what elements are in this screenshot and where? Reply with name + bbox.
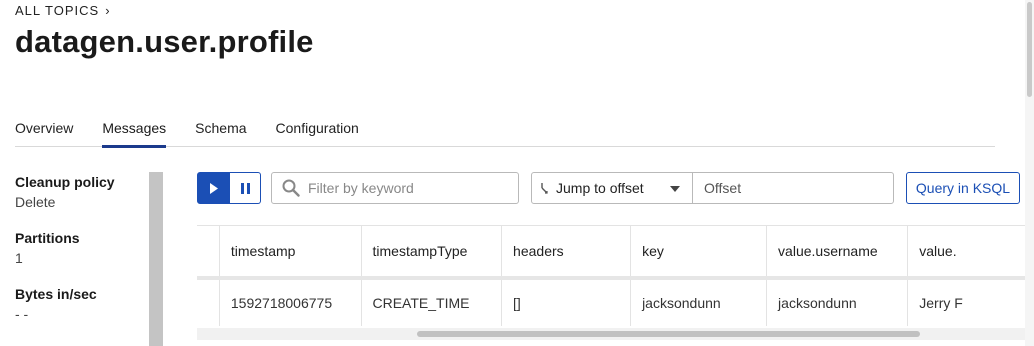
caret-down-icon	[670, 186, 680, 192]
play-icon	[209, 182, 218, 194]
table-cell: CREATE_TIME	[361, 277, 503, 326]
tab-bar: Overview Messages Schema Configuration	[15, 117, 995, 148]
table-cell-expand	[197, 277, 220, 326]
tab-messages[interactable]: Messages	[102, 117, 166, 148]
query-in-ksql-button[interactable]: Query in KSQL	[906, 172, 1020, 204]
chevron-right-icon: ›	[105, 3, 111, 18]
table-cell: jacksondunn	[766, 277, 909, 326]
column-header[interactable]: key	[630, 225, 768, 280]
column-header[interactable]: timestampType	[361, 225, 503, 280]
partitions-value: 1	[15, 250, 23, 266]
offset-icon	[541, 183, 548, 194]
breadcrumb-all-topics[interactable]: ALL TOPICS	[15, 3, 99, 18]
page-title: datagen.user.profile	[15, 24, 314, 59]
sidebar-scrollbar[interactable]	[149, 172, 163, 346]
jump-to-offset-label: Jump to offset	[556, 180, 644, 196]
partitions-label: Partitions	[15, 230, 80, 246]
column-header[interactable]: headers	[501, 225, 632, 280]
table-horizontal-scrollbar[interactable]	[197, 328, 1025, 340]
play-button[interactable]	[197, 172, 230, 204]
pause-icon	[240, 182, 250, 194]
search-input[interactable]	[308, 180, 508, 196]
table-cell: []	[501, 277, 632, 326]
offset-field[interactable]	[692, 172, 894, 204]
pause-button[interactable]	[230, 172, 261, 204]
bytes-in-value: - -	[15, 306, 29, 322]
scrollbar-thumb[interactable]	[1027, 2, 1032, 97]
search-field[interactable]	[271, 172, 519, 204]
column-header[interactable]: value.username	[766, 225, 909, 280]
breadcrumb[interactable]: ALL TOPICS ›	[15, 3, 111, 18]
table-cell: Jerry F	[907, 277, 1034, 326]
topic-stats-sidebar: Cleanup policy Delete Partitions 1 Bytes…	[15, 174, 145, 342]
table-cell: jacksondunn	[630, 277, 768, 326]
search-icon	[282, 179, 300, 197]
cleanup-policy-label: Cleanup policy	[15, 174, 115, 190]
jump-to-offset-dropdown[interactable]: Jump to offset	[531, 172, 693, 204]
partitions-group: Partitions 1	[15, 230, 145, 266]
column-header[interactable]: value.	[907, 225, 1034, 280]
column-header[interactable]: timestamp	[219, 225, 362, 280]
bytes-in-label: Bytes in/sec	[15, 286, 97, 302]
tab-schema[interactable]: Schema	[195, 117, 246, 147]
bytes-in-group: Bytes in/sec - -	[15, 286, 145, 322]
table-row[interactable]: 1592718006775 CREATE_TIME [] jacksondunn…	[197, 277, 1034, 326]
table-cell: 1592718006775	[219, 277, 362, 326]
page-vertical-scrollbar[interactable]	[1025, 0, 1034, 346]
table-header-row: timestamp timestampType headers key valu…	[197, 225, 1034, 280]
cleanup-policy-value: Delete	[15, 194, 56, 210]
cleanup-policy-group: Cleanup policy Delete	[15, 174, 145, 210]
tab-overview[interactable]: Overview	[15, 117, 73, 147]
scrollbar-thumb[interactable]	[417, 331, 920, 337]
tab-configuration[interactable]: Configuration	[276, 117, 359, 147]
column-header-expand	[197, 225, 220, 280]
offset-input[interactable]	[704, 180, 884, 196]
